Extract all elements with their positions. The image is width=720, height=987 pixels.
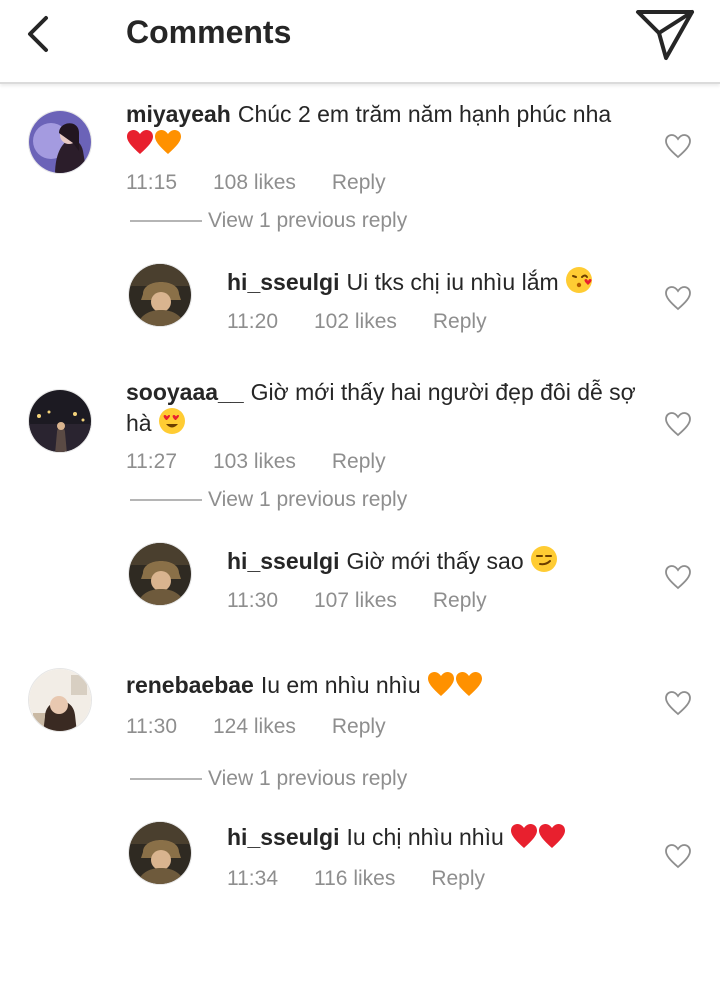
likes-count[interactable]: 108 likes [213, 171, 296, 195]
heart-outline-icon [665, 565, 691, 590]
likes-count[interactable]: 107 likes [314, 589, 397, 613]
likes-count[interactable]: 102 likes [314, 310, 397, 334]
reply-avatar[interactable] [128, 263, 192, 327]
reply-button[interactable]: Reply [431, 867, 485, 891]
like-button[interactable] [664, 285, 692, 311]
divider [130, 499, 202, 501]
red-heart-emoji [511, 824, 538, 848]
heart-outline-icon [665, 134, 691, 159]
view-previous-replies[interactable]: View 1 previous reply [130, 488, 407, 512]
reply-time: 11:20 [227, 310, 278, 333]
likes-count[interactable]: 103 likes [213, 450, 296, 474]
like-button[interactable] [664, 564, 692, 590]
red-heart-emoji [127, 130, 153, 154]
back-button[interactable] [22, 12, 58, 56]
comment-time: 11:15 [126, 171, 177, 194]
view-previous-replies[interactable]: View 1 previous reply [130, 767, 407, 791]
likes-count[interactable]: 124 likes [213, 715, 296, 739]
comment-text: Iu em nhìu nhìu [260, 672, 421, 698]
orange-heart-emoji [428, 672, 455, 696]
comment-time: 11:30 [126, 715, 177, 738]
red-heart-emoji [539, 824, 566, 848]
smirk-face-emoji [531, 546, 558, 572]
reply-username[interactable]: hi_sseulgi [227, 824, 339, 850]
orange-heart-emoji [456, 672, 483, 696]
orange-heart-emoji [155, 130, 181, 154]
heart-outline-icon [665, 286, 691, 311]
share-button[interactable] [632, 4, 700, 64]
heart-eyes-face-emoji [158, 408, 185, 434]
chevron-left-icon [28, 16, 48, 52]
reply-button[interactable]: Reply [332, 715, 386, 739]
comment-username[interactable]: sooyaaa__ [126, 379, 244, 405]
reply-button[interactable]: Reply [433, 589, 487, 613]
like-button[interactable] [664, 411, 692, 437]
avatar[interactable] [28, 110, 92, 174]
view-replies-label: View 1 previous reply [208, 488, 408, 511]
divider [130, 220, 202, 222]
reply-time: 11:34 [227, 867, 278, 890]
view-previous-replies[interactable]: View 1 previous reply [130, 209, 407, 233]
top-bar: Comments [0, 0, 720, 84]
view-replies-label: View 1 previous reply [208, 767, 408, 790]
heart-outline-icon [665, 844, 691, 869]
like-button[interactable] [664, 133, 692, 159]
avatar[interactable] [28, 668, 92, 732]
heart-outline-icon [665, 412, 691, 437]
like-button[interactable] [664, 690, 692, 716]
reply-button[interactable]: Reply [332, 171, 386, 195]
reply-username[interactable]: hi_sseulgi [227, 269, 339, 295]
reply-text: Iu chị nhìu nhìu [346, 824, 504, 850]
page-title: Comments [126, 14, 292, 50]
reply-username[interactable]: hi_sseulgi [227, 548, 339, 574]
reply-time: 11:30 [227, 589, 278, 612]
comment-username[interactable]: miyayeah [126, 101, 231, 127]
reply-text: Giờ mới thấy sao [346, 548, 524, 574]
reply-button[interactable]: Reply [332, 450, 386, 474]
comment-username[interactable]: renebaebae [126, 672, 254, 698]
heart-outline-icon [665, 691, 691, 716]
reply-avatar[interactable] [128, 821, 192, 885]
likes-count[interactable]: 116 likes [314, 867, 395, 891]
reply-button[interactable]: Reply [433, 310, 487, 334]
avatar[interactable] [28, 389, 92, 453]
paper-plane-icon [636, 10, 694, 60]
divider [130, 778, 202, 780]
reply-avatar[interactable] [128, 542, 192, 606]
comment-time: 11:27 [126, 450, 177, 473]
view-replies-label: View 1 previous reply [208, 209, 408, 232]
reply-text: Ui tks chị iu nhìu lắm [346, 269, 559, 295]
comment-text: Chúc 2 em trăm năm hạnh phúc nha [237, 101, 612, 127]
like-button[interactable] [664, 843, 692, 869]
kissing-face-emoji [566, 267, 593, 293]
